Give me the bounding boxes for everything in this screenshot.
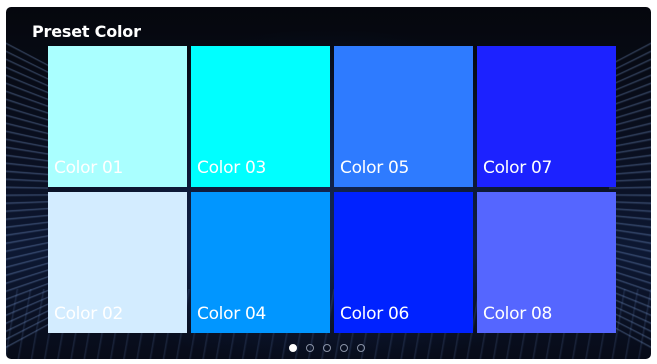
- page-dot-1[interactable]: [289, 344, 297, 352]
- color-swatch-02[interactable]: Color 02: [48, 192, 187, 333]
- color-swatch-label: Color 06: [340, 304, 409, 324]
- page-dot-3[interactable]: [323, 344, 331, 352]
- page-indicator: [289, 344, 365, 352]
- color-swatch-04[interactable]: Color 04: [191, 192, 330, 333]
- page-dot-5[interactable]: [357, 344, 365, 352]
- color-swatch-03[interactable]: Color 03: [191, 46, 330, 187]
- color-swatch-01[interactable]: Color 01: [48, 46, 187, 187]
- page-dot-4[interactable]: [340, 344, 348, 352]
- color-swatch-label: Color 01: [54, 158, 123, 178]
- preset-color-screen: Preset Color Color 01 Color 03 Color 05 …: [6, 7, 651, 359]
- color-swatch-05[interactable]: Color 05: [334, 46, 473, 187]
- color-grid: Color 01 Color 03 Color 05 Color 07 Colo…: [48, 46, 620, 333]
- color-swatch-label: Color 03: [197, 158, 266, 178]
- color-swatch-07[interactable]: Color 07: [477, 46, 616, 187]
- page-dot-2[interactable]: [306, 344, 314, 352]
- color-swatch-label: Color 08: [483, 304, 552, 324]
- page-title: Preset Color: [32, 22, 141, 41]
- color-swatch-08[interactable]: Color 08: [477, 192, 616, 333]
- color-swatch-06[interactable]: Color 06: [334, 192, 473, 333]
- color-swatch-label: Color 02: [54, 304, 123, 324]
- color-swatch-label: Color 04: [197, 304, 266, 324]
- color-swatch-label: Color 07: [483, 158, 552, 178]
- color-swatch-label: Color 05: [340, 158, 409, 178]
